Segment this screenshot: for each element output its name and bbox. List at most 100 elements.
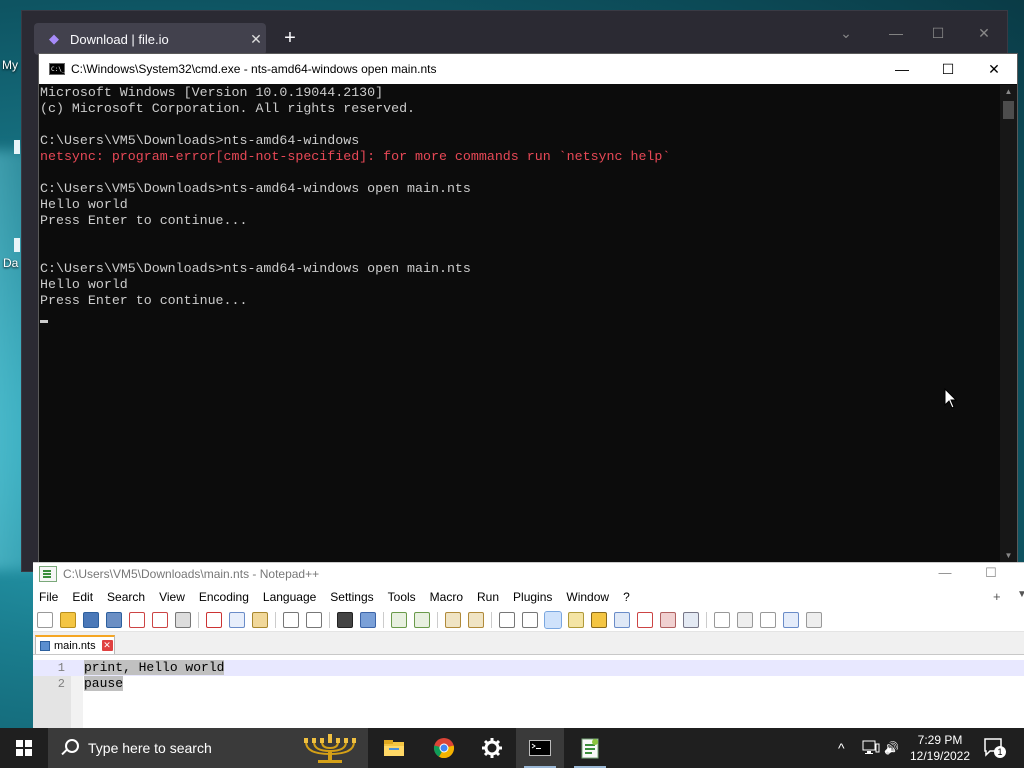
- clock-date: 12/19/2022: [909, 749, 971, 763]
- menu-dropdown-icon[interactable]: ▼: [1017, 589, 1024, 600]
- copy-icon[interactable]: [229, 612, 245, 628]
- clock-time: 7:29 PM: [917, 733, 963, 747]
- line-number: 2: [57, 677, 65, 691]
- monitoring-icon[interactable]: [683, 612, 699, 628]
- file-explorer-taskbar-button[interactable]: [370, 728, 418, 768]
- menu-search[interactable]: Search: [107, 590, 145, 604]
- list-all-tabs-icon[interactable]: ⌄: [834, 25, 858, 42]
- user-language-icon[interactable]: [568, 612, 584, 628]
- desktop-icon[interactable]: [14, 238, 20, 252]
- paste-icon[interactable]: [252, 612, 268, 628]
- console-line: C:\Users\VM5\Downloads>nts-amd64-windows…: [40, 261, 471, 276]
- menu-edit[interactable]: Edit: [72, 590, 93, 604]
- npp-maximize-button[interactable]: ☐: [981, 565, 1001, 581]
- cmd-maximize-button[interactable]: ☐: [925, 54, 971, 84]
- undo-icon[interactable]: [283, 612, 299, 628]
- menu-tools[interactable]: Tools: [388, 590, 416, 604]
- notepad-plus-plus-taskbar-button[interactable]: [566, 728, 614, 768]
- file-tab-main-nts[interactable]: main.nts ✕: [35, 635, 115, 654]
- desktop-icon[interactable]: [14, 140, 20, 154]
- cmd-close-button[interactable]: ✕: [971, 54, 1017, 84]
- print-icon[interactable]: [175, 612, 191, 628]
- new-tab-button[interactable]: +: [278, 27, 302, 51]
- desktop-icon-label[interactable]: Da: [3, 256, 18, 270]
- menu-plugins[interactable]: Plugins: [513, 590, 552, 604]
- open-file-icon[interactable]: [60, 612, 76, 628]
- word-wrap-icon[interactable]: [499, 612, 515, 628]
- code-line[interactable]: 1 print, Hello world: [33, 660, 1024, 676]
- find-icon[interactable]: [337, 612, 353, 628]
- cut-icon[interactable]: [206, 612, 222, 628]
- zoom-in-icon[interactable]: [391, 612, 407, 628]
- stop-macro-icon[interactable]: [737, 612, 753, 628]
- play-macro-icon[interactable]: [760, 612, 776, 628]
- menu-window[interactable]: Window: [566, 590, 609, 604]
- menu-file[interactable]: File: [39, 590, 58, 604]
- show-all-characters-icon[interactable]: [522, 612, 538, 628]
- mouse-pointer-icon: [944, 388, 958, 409]
- scrollbar-thumb[interactable]: [1003, 101, 1014, 119]
- tab-close-icon[interactable]: ✕: [101, 640, 113, 651]
- menorah-search-highlight-icon[interactable]: [300, 732, 360, 764]
- npp-minimize-button[interactable]: —: [935, 565, 955, 580]
- menu-run[interactable]: Run: [477, 590, 499, 604]
- close-file-icon[interactable]: [129, 612, 145, 628]
- close-all-icon[interactable]: [152, 612, 168, 628]
- document-map-icon[interactable]: [591, 612, 607, 628]
- folder-icon[interactable]: [660, 612, 676, 628]
- start-button[interactable]: [0, 728, 48, 768]
- function-list-icon[interactable]: [614, 612, 630, 628]
- cmd-app-icon: C:\_: [49, 63, 65, 75]
- scroll-up-icon[interactable]: ▲: [1000, 85, 1017, 99]
- taskbar-clock[interactable]: 7:29 PM 12/19/2022: [898, 732, 982, 764]
- sync-horizontal-icon[interactable]: [468, 612, 484, 628]
- cmd-title-bar[interactable]: C:\_ C:\Windows\System32\cmd.exe - nts-a…: [39, 54, 1017, 84]
- new-tab-plus-button[interactable]: +: [993, 589, 1001, 604]
- chrome-taskbar-button[interactable]: [420, 728, 468, 768]
- cmd-scrollbar[interactable]: ▲ ▼: [1000, 85, 1017, 563]
- console-line: Hello world: [40, 277, 128, 292]
- menu-help[interactable]: ?: [623, 590, 630, 604]
- menu-language[interactable]: Language: [263, 590, 316, 604]
- notepad-plus-plus-icon: [39, 566, 57, 582]
- save-all-icon[interactable]: [106, 612, 122, 628]
- show-hidden-icons-button[interactable]: ^: [838, 728, 845, 768]
- browser-maximize-icon[interactable]: ☐: [926, 25, 950, 42]
- record-macro-icon[interactable]: [714, 612, 730, 628]
- cmd-minimize-button[interactable]: —: [879, 54, 925, 84]
- run-macro-multiple-icon[interactable]: [783, 612, 799, 628]
- notepad-plus-plus-window[interactable]: C:\Users\VM5\Downloads\main.nts - Notepa…: [33, 562, 1024, 729]
- code-editor[interactable]: 1 print, Hello world 2 pause: [33, 660, 1024, 729]
- save-macro-icon[interactable]: [806, 612, 822, 628]
- tab-close-icon[interactable]: ✕: [246, 31, 266, 48]
- menu-settings[interactable]: Settings: [330, 590, 373, 604]
- command-prompt-taskbar-button[interactable]: [516, 728, 564, 768]
- settings-taskbar-button[interactable]: [468, 728, 516, 768]
- redo-icon[interactable]: [306, 612, 322, 628]
- replace-icon[interactable]: [360, 612, 376, 628]
- cmd-console-output[interactable]: Microsoft Windows [Version 10.0.19044.21…: [39, 85, 999, 563]
- zoom-out-icon[interactable]: [414, 612, 430, 628]
- menu-encoding[interactable]: Encoding: [199, 590, 249, 604]
- save-icon[interactable]: [83, 612, 99, 628]
- npp-menu-bar: File Edit Search View Encoding Language Settin…: [33, 585, 1024, 609]
- scroll-down-icon[interactable]: ▼: [1000, 549, 1017, 563]
- browser-tab[interactable]: ◆ Download | file.io ✕: [34, 23, 266, 55]
- npp-title-bar[interactable]: C:\Users\VM5\Downloads\main.nts - Notepa…: [33, 563, 1024, 585]
- menu-view[interactable]: View: [159, 590, 185, 604]
- command-prompt-window[interactable]: C:\_ C:\Windows\System32\cmd.exe - nts-a…: [38, 53, 1018, 565]
- new-file-icon[interactable]: [37, 612, 53, 628]
- indent-guide-icon[interactable]: [544, 611, 562, 629]
- code-line[interactable]: 2 pause: [33, 676, 1024, 692]
- network-icon[interactable]: [862, 728, 880, 768]
- browser-minimize-icon[interactable]: —: [884, 25, 908, 41]
- menu-macro[interactable]: Macro: [430, 590, 463, 604]
- desktop-icon-label[interactable]: My: [2, 58, 18, 72]
- browser-close-icon[interactable]: ✕: [972, 25, 996, 42]
- volume-button[interactable]: 🔊: [884, 728, 899, 768]
- file-explorer-icon: [384, 740, 404, 756]
- folder-as-workspace-icon[interactable]: [637, 612, 653, 628]
- notification-center-button[interactable]: 1: [982, 736, 1006, 758]
- sync-vertical-icon[interactable]: [445, 612, 461, 628]
- browser-tab-title: Download | file.io: [70, 31, 169, 47]
